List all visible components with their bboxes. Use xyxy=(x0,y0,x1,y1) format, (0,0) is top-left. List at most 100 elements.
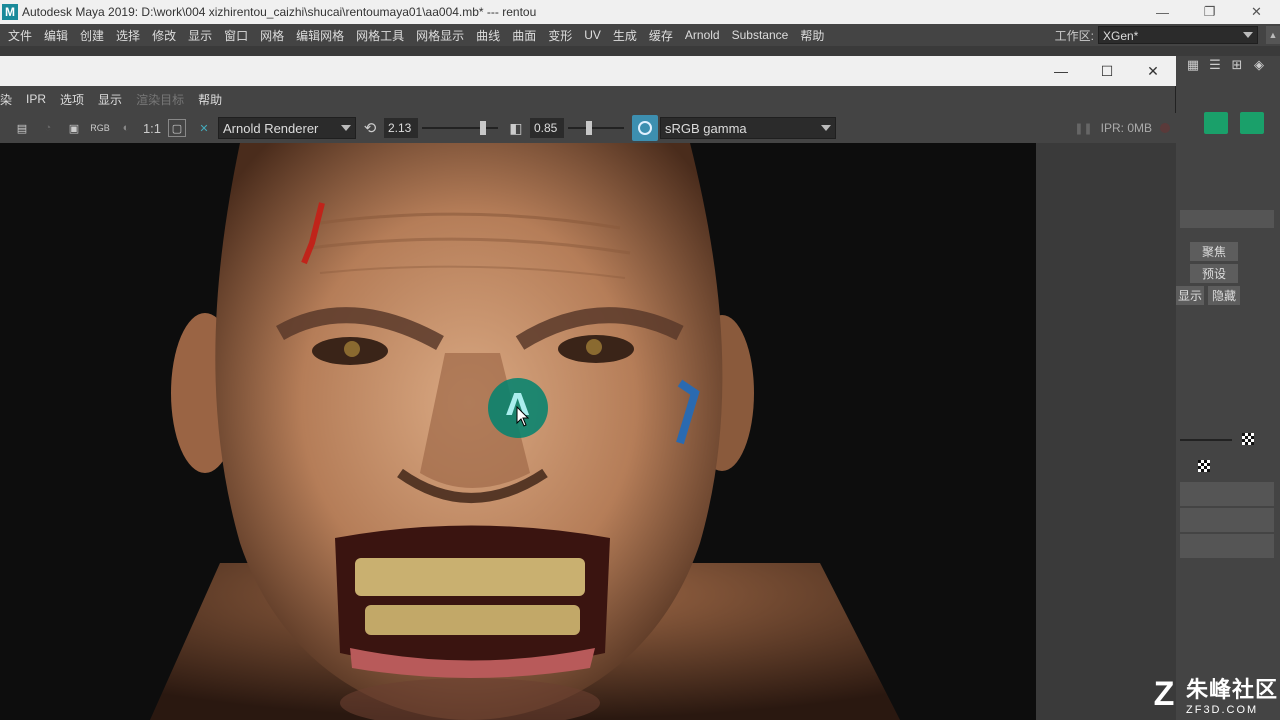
exposure-slider-track xyxy=(422,127,498,129)
menu-edit-mesh[interactable]: 编辑网格 xyxy=(290,27,350,44)
render-view-window-controls: — ☐ ✕ xyxy=(1038,56,1176,86)
chevron-down-icon xyxy=(341,125,351,131)
chevron-down-icon xyxy=(821,125,831,131)
canvas-gutter xyxy=(1036,143,1176,720)
outliner-icon[interactable]: ☰ xyxy=(1206,56,1224,74)
menu-help[interactable]: 帮助 xyxy=(794,27,830,44)
layout-icon[interactable]: ▦ xyxy=(1184,56,1202,74)
exposure-slider[interactable] xyxy=(422,118,498,138)
show-button[interactable]: 显示 xyxy=(1176,286,1204,305)
mouth xyxy=(335,525,610,668)
menu-modify[interactable]: 修改 xyxy=(146,27,182,44)
menu-select[interactable]: 选择 xyxy=(110,27,146,44)
exposure-slider-knob[interactable] xyxy=(480,121,486,135)
menu-render-help[interactable]: 帮助 xyxy=(191,91,229,108)
gamma-field[interactable]: 0.85 xyxy=(530,118,564,138)
scroll-up-icon[interactable]: ▲ xyxy=(1266,26,1280,44)
checker-icon-2[interactable] xyxy=(1198,460,1210,472)
ratio-button[interactable]: 1:1 xyxy=(140,116,164,140)
render-canvas[interactable] xyxy=(0,143,1176,720)
menu-options[interactable]: 选项 xyxy=(53,91,91,108)
maya-window-controls: — ❐ ✕ xyxy=(1139,0,1280,24)
snapshot-icon[interactable]: ▤ xyxy=(10,116,34,140)
workspace-value: XGen* xyxy=(1103,29,1139,43)
menu-file[interactable]: 文件 xyxy=(2,27,38,44)
gamma-slider[interactable] xyxy=(568,118,624,138)
rgb-channel-icon[interactable]: RGB xyxy=(88,116,112,140)
menu-curves[interactable]: 曲线 xyxy=(470,27,506,44)
maya-logo-icon: M xyxy=(2,4,18,20)
pause-icon[interactable]: ❚❚ xyxy=(1074,122,1092,135)
right-toolbar-icons: ▦ ☰ ⊞ ◈ xyxy=(1180,52,1280,78)
preset-button[interactable]: 预设 xyxy=(1190,264,1238,283)
menu-mesh-tools[interactable]: 网格工具 xyxy=(350,27,410,44)
watermark: Z 朱峰社区 ZF3D.COM xyxy=(1146,672,1278,717)
watermark-logo-icon: Z xyxy=(1153,674,1175,713)
menu-create[interactable]: 创建 xyxy=(74,27,110,44)
render-minimize-button[interactable]: — xyxy=(1038,56,1084,86)
menu-surfaces[interactable]: 曲面 xyxy=(506,27,542,44)
window-title: Autodesk Maya 2019: D:\work\004 xizhiren… xyxy=(22,5,537,19)
render-view-menu: 染 IPR 选项 显示 渲染目标 帮助 xyxy=(0,88,229,110)
grid-icon[interactable]: ⊞ xyxy=(1228,56,1246,74)
workspace-selector: 工作区: XGen* ▲ xyxy=(1055,24,1280,46)
mouse-cursor-icon xyxy=(516,406,530,427)
menu-windows[interactable]: 窗口 xyxy=(218,27,254,44)
menu-deform[interactable]: 变形 xyxy=(542,27,578,44)
restore-button[interactable]: ❐ xyxy=(1186,0,1233,24)
renderer-value: Arnold Renderer xyxy=(223,121,319,136)
ipr-memory: IPR: 0MB xyxy=(1100,121,1152,135)
hide-button[interactable]: 隐藏 xyxy=(1208,286,1240,305)
workspace-dropdown[interactable]: XGen* xyxy=(1098,26,1258,44)
status-line-strip xyxy=(0,46,1280,56)
gamma-slider-knob[interactable] xyxy=(586,121,592,135)
menu-render[interactable]: 染 xyxy=(0,91,19,108)
gamma-slider-track xyxy=(568,127,624,129)
maya-title-bar: M Autodesk Maya 2019: D:\work\004 xizhir… xyxy=(0,0,1280,24)
menu-mesh-display[interactable]: 网格显示 xyxy=(410,27,470,44)
menu-substance[interactable]: Substance xyxy=(726,28,795,42)
exposure-icon[interactable]: ⟲ xyxy=(358,116,382,140)
chevron-down-icon xyxy=(1243,32,1253,38)
render-close-button[interactable]: ✕ xyxy=(1130,56,1176,86)
frame-image-icon[interactable]: ▢ xyxy=(168,119,186,137)
color-management-icon[interactable] xyxy=(632,115,658,141)
watermark-en: ZF3D.COM xyxy=(1186,704,1259,716)
menu-view-display[interactable]: 显示 xyxy=(91,91,129,108)
renderer-dropdown[interactable]: Arnold Renderer xyxy=(218,117,356,139)
layers-icon[interactable]: ◈ xyxy=(1250,56,1268,74)
watermark-text: 朱峰社区 ZF3D.COM xyxy=(1186,672,1278,716)
checker-icon[interactable] xyxy=(1242,433,1254,445)
menu-display[interactable]: 显示 xyxy=(182,27,218,44)
menu-ipr[interactable]: IPR xyxy=(19,92,53,106)
clear-image-icon[interactable]: ✕ xyxy=(192,116,216,140)
attribute-side-panel: 聚焦 预设 显示 隐藏 xyxy=(1176,78,1280,720)
alpha-channel-icon[interactable]: ◐ xyxy=(114,116,138,140)
exposure-field[interactable]: 2.13 xyxy=(384,118,418,138)
ipr-record-icon[interactable] xyxy=(1160,123,1170,133)
menu-render-target[interactable]: 渲染目标 xyxy=(129,91,191,108)
menu-edit[interactable]: 编辑 xyxy=(38,27,74,44)
render-region-icon[interactable]: ▣ xyxy=(62,116,86,140)
menu-uv[interactable]: UV xyxy=(578,28,607,42)
focus-button[interactable]: 聚焦 xyxy=(1190,242,1238,261)
menu-arnold[interactable]: Arnold xyxy=(679,28,726,42)
uv-cut-icon[interactable] xyxy=(1240,112,1264,134)
render-view-toolbar: ▤ ◔ ▣ RGB ◐ 1:1 ▢ ✕ Arnold Renderer ⟲ 2.… xyxy=(0,113,1176,143)
gamma-icon[interactable]: ◧ xyxy=(504,116,528,140)
slider-track[interactable] xyxy=(1180,439,1232,441)
panel-field xyxy=(1180,210,1274,228)
workspace-label: 工作区: xyxy=(1054,28,1094,43)
panel-bar-1 xyxy=(1180,482,1274,506)
render-view-title-bar[interactable]: — ☐ ✕ xyxy=(0,56,1176,86)
uv-shell-icon[interactable] xyxy=(1204,112,1228,134)
color-space-dropdown[interactable]: sRGB gamma xyxy=(660,117,836,139)
menu-mesh[interactable]: 网格 xyxy=(254,27,290,44)
keep-image-icon[interactable]: ◔ xyxy=(36,116,60,140)
render-maximize-button[interactable]: ☐ xyxy=(1084,56,1130,86)
close-button[interactable]: ✕ xyxy=(1233,0,1280,24)
minimize-button[interactable]: — xyxy=(1139,0,1186,24)
menu-generate[interactable]: 生成 xyxy=(607,27,643,44)
menu-cache[interactable]: 缓存 xyxy=(643,27,679,44)
color-space-value: sRGB gamma xyxy=(665,121,747,136)
